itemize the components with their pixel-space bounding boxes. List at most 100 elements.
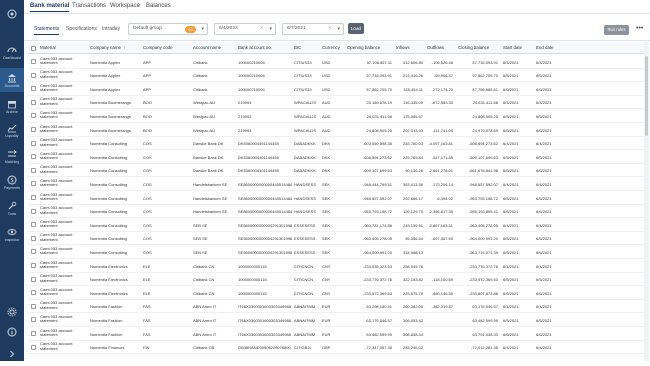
sidebar-item-logo[interactable] — [0, 2, 24, 26]
table-row[interactable]: Camt.053 account statement Nomentia Consu… — [28, 191, 644, 205]
table-row[interactable]: Camt.053 account statement Nomentia Consu… — [28, 232, 644, 246]
column-header-bic[interactable]: BIC — [294, 45, 301, 50]
subtab-intraday[interactable]: Intraday — [102, 26, 120, 32]
row-checkbox[interactable] — [31, 59, 36, 64]
sidebar-item-accounts[interactable]: Accounts — [0, 68, 24, 92]
column-header-bank-account-no[interactable]: Bank account no. — [238, 45, 272, 50]
load-button[interactable]: Load — [348, 23, 364, 34]
sidebar-item-dashboard[interactable]: Dashboard — [0, 40, 24, 64]
info-button[interactable] — [0, 320, 24, 344]
table-row[interactable]: Camt.053 account statement Nomentia Apple… — [28, 82, 644, 96]
sort-ascending-icon[interactable]: ↑ — [123, 45, 125, 50]
row-checkbox[interactable] — [31, 167, 36, 173]
table-row[interactable]: Camt.053 account statement Nomentia Elect… — [28, 259, 644, 273]
table-row[interactable]: Camt.053 account statement Nomentia Consu… — [28, 218, 644, 232]
column-header-end-date[interactable]: End date — [536, 45, 554, 50]
sidebar-item-payments[interactable]: $ Payments — [0, 170, 24, 194]
chevron-down-icon[interactable]: ▾ — [269, 24, 272, 34]
table-row[interactable]: Camt.053 account statement Nomentia Apple… — [28, 55, 644, 69]
tab-balances[interactable]: Balances — [146, 3, 171, 9]
tab-transactions[interactable]: Transactions — [72, 3, 106, 9]
row-checkbox[interactable] — [31, 86, 36, 92]
table-row[interactable]: Camt.053 account statement Nomentia Finan… — [28, 341, 644, 355]
row-checkbox[interactable] — [31, 303, 36, 309]
table-row[interactable]: Camt.053 account statement Nomentia Apple… — [28, 69, 644, 83]
cell-bic: HANDSESS — [294, 181, 317, 187]
table-row[interactable]: Camt.053 account statement Nomentia Consu… — [28, 137, 644, 151]
date-to-input[interactable]: 6/7/2021 × ▾ — [282, 23, 344, 35]
sidebar-item-inspector[interactable]: Inspector — [0, 222, 24, 246]
cell-opening-balance: 63,176,546.57 — [366, 317, 392, 323]
date-from-input[interactable]: 6/4/2023 × ▾ — [214, 23, 276, 35]
row-checkbox[interactable] — [31, 208, 36, 214]
clear-date-from-icon[interactable]: × — [260, 24, 263, 34]
chevron-right-button[interactable] — [0, 342, 24, 366]
row-checkbox[interactable] — [31, 140, 36, 146]
column-header-outflows[interactable]: Outflows — [427, 45, 444, 50]
row-checkbox[interactable] — [31, 235, 36, 241]
table-row[interactable]: Camt.053 account statement Nomentia Elect… — [28, 273, 644, 287]
subtab-statements[interactable]: Statements — [34, 26, 60, 35]
row-checkbox[interactable] — [31, 331, 36, 336]
column-header-start-date[interactable]: Start date — [503, 45, 522, 50]
sidebar-item-archive[interactable]: Archive — [0, 94, 24, 118]
row-checkbox[interactable] — [31, 127, 36, 132]
column-header-material[interactable]: Material — [40, 45, 56, 50]
cell-account-name: SEB SE — [193, 236, 208, 242]
cell-company-name: Nomentia Consulting — [90, 236, 128, 242]
row-checkbox[interactable] — [31, 195, 36, 200]
table-row[interactable]: Camt.053 account statement Nomentia Fashi… — [28, 313, 644, 327]
sidebar-item-matching[interactable]: Matching — [0, 144, 24, 168]
row-checkbox[interactable] — [31, 113, 36, 119]
row-checkbox[interactable] — [31, 290, 36, 296]
row-checkbox[interactable] — [31, 263, 36, 268]
table-row[interactable]: Camt.053 account statement Nomentia Consu… — [28, 245, 644, 259]
cell-company-name: Nomentia Applex — [90, 59, 121, 65]
chevron-down-icon[interactable]: ▾ — [201, 24, 204, 34]
subtab-specifications[interactable]: Specifications — [66, 26, 97, 32]
row-checkbox[interactable] — [31, 72, 36, 78]
more-options-icon[interactable]: ••• — [636, 25, 643, 33]
column-header-currency[interactable]: Currency — [322, 45, 340, 50]
column-header-account-name[interactable]: Account name — [193, 45, 221, 50]
cell-end-date: 6/6/2021 — [536, 86, 552, 92]
column-header-opening-balance[interactable]: Opening balance — [347, 45, 380, 50]
cell-currency: DKK — [322, 168, 331, 174]
table-row[interactable]: Camt.053 account statement Nomentia Boome… — [28, 109, 644, 123]
chevron-down-icon[interactable]: ▾ — [337, 24, 340, 34]
row-checkbox[interactable] — [31, 154, 36, 160]
cell-outflows: -105,526.46 — [431, 59, 453, 65]
row-checkbox[interactable] — [31, 222, 36, 228]
row-checkbox[interactable] — [31, 276, 36, 282]
table-row[interactable]: Camt.053 account statement Nomentia Boome… — [28, 96, 644, 110]
sidebar-item-tools[interactable]: Tools — [0, 196, 24, 220]
cell-bic: DABADKKK — [294, 141, 316, 147]
cell-company-name: Nomentia Consulting — [90, 141, 128, 147]
column-header-closing-balance[interactable]: Closing balance — [458, 45, 489, 50]
column-header-company-name[interactable]: Company name ↑ — [90, 45, 125, 50]
row-checkbox[interactable] — [31, 99, 36, 105]
run-rules-button[interactable]: Run rules — [604, 25, 629, 35]
row-checkbox[interactable] — [31, 249, 36, 255]
scrollbar-thumb[interactable] — [645, 56, 648, 136]
row-checkbox[interactable] — [31, 181, 36, 187]
table-row[interactable]: Camt.053 account statement Nomentia Consu… — [28, 164, 644, 178]
table-row[interactable]: Camt.053 account statement Nomentia Elect… — [28, 286, 644, 300]
row-checkbox[interactable] — [31, 344, 36, 350]
column-header-company-code[interactable]: Company code — [143, 45, 173, 50]
tab-workspace[interactable]: Workspace — [110, 3, 140, 9]
tab-bank-material[interactable]: Bank material — [30, 3, 70, 12]
table-row[interactable]: Camt.053 account statement Nomentia Consu… — [28, 205, 644, 219]
clear-date-to-icon[interactable]: × — [328, 24, 331, 34]
table-row[interactable]: Camt.053 account statement Nomentia Consu… — [28, 177, 644, 191]
sidebar-item-liquidity[interactable]: Liquidity — [0, 118, 24, 142]
cell-currency: SEK — [322, 209, 331, 215]
column-header-inflows[interactable]: Inflows — [396, 45, 410, 50]
group-select[interactable]: Default group 99 ▾ — [128, 23, 208, 35]
select-all-checkbox[interactable] — [31, 45, 36, 51]
table-row[interactable]: Camt.053 account statement Nomentia Consu… — [28, 150, 644, 164]
table-row[interactable]: Camt.053 account statement Nomentia Boome… — [28, 123, 644, 137]
table-row[interactable]: Camt.053 account statement Nomentia Fashi… — [28, 300, 644, 314]
table-row[interactable]: Camt.053 account statement Nomentia Fashi… — [28, 327, 644, 341]
row-checkbox[interactable] — [31, 317, 36, 323]
